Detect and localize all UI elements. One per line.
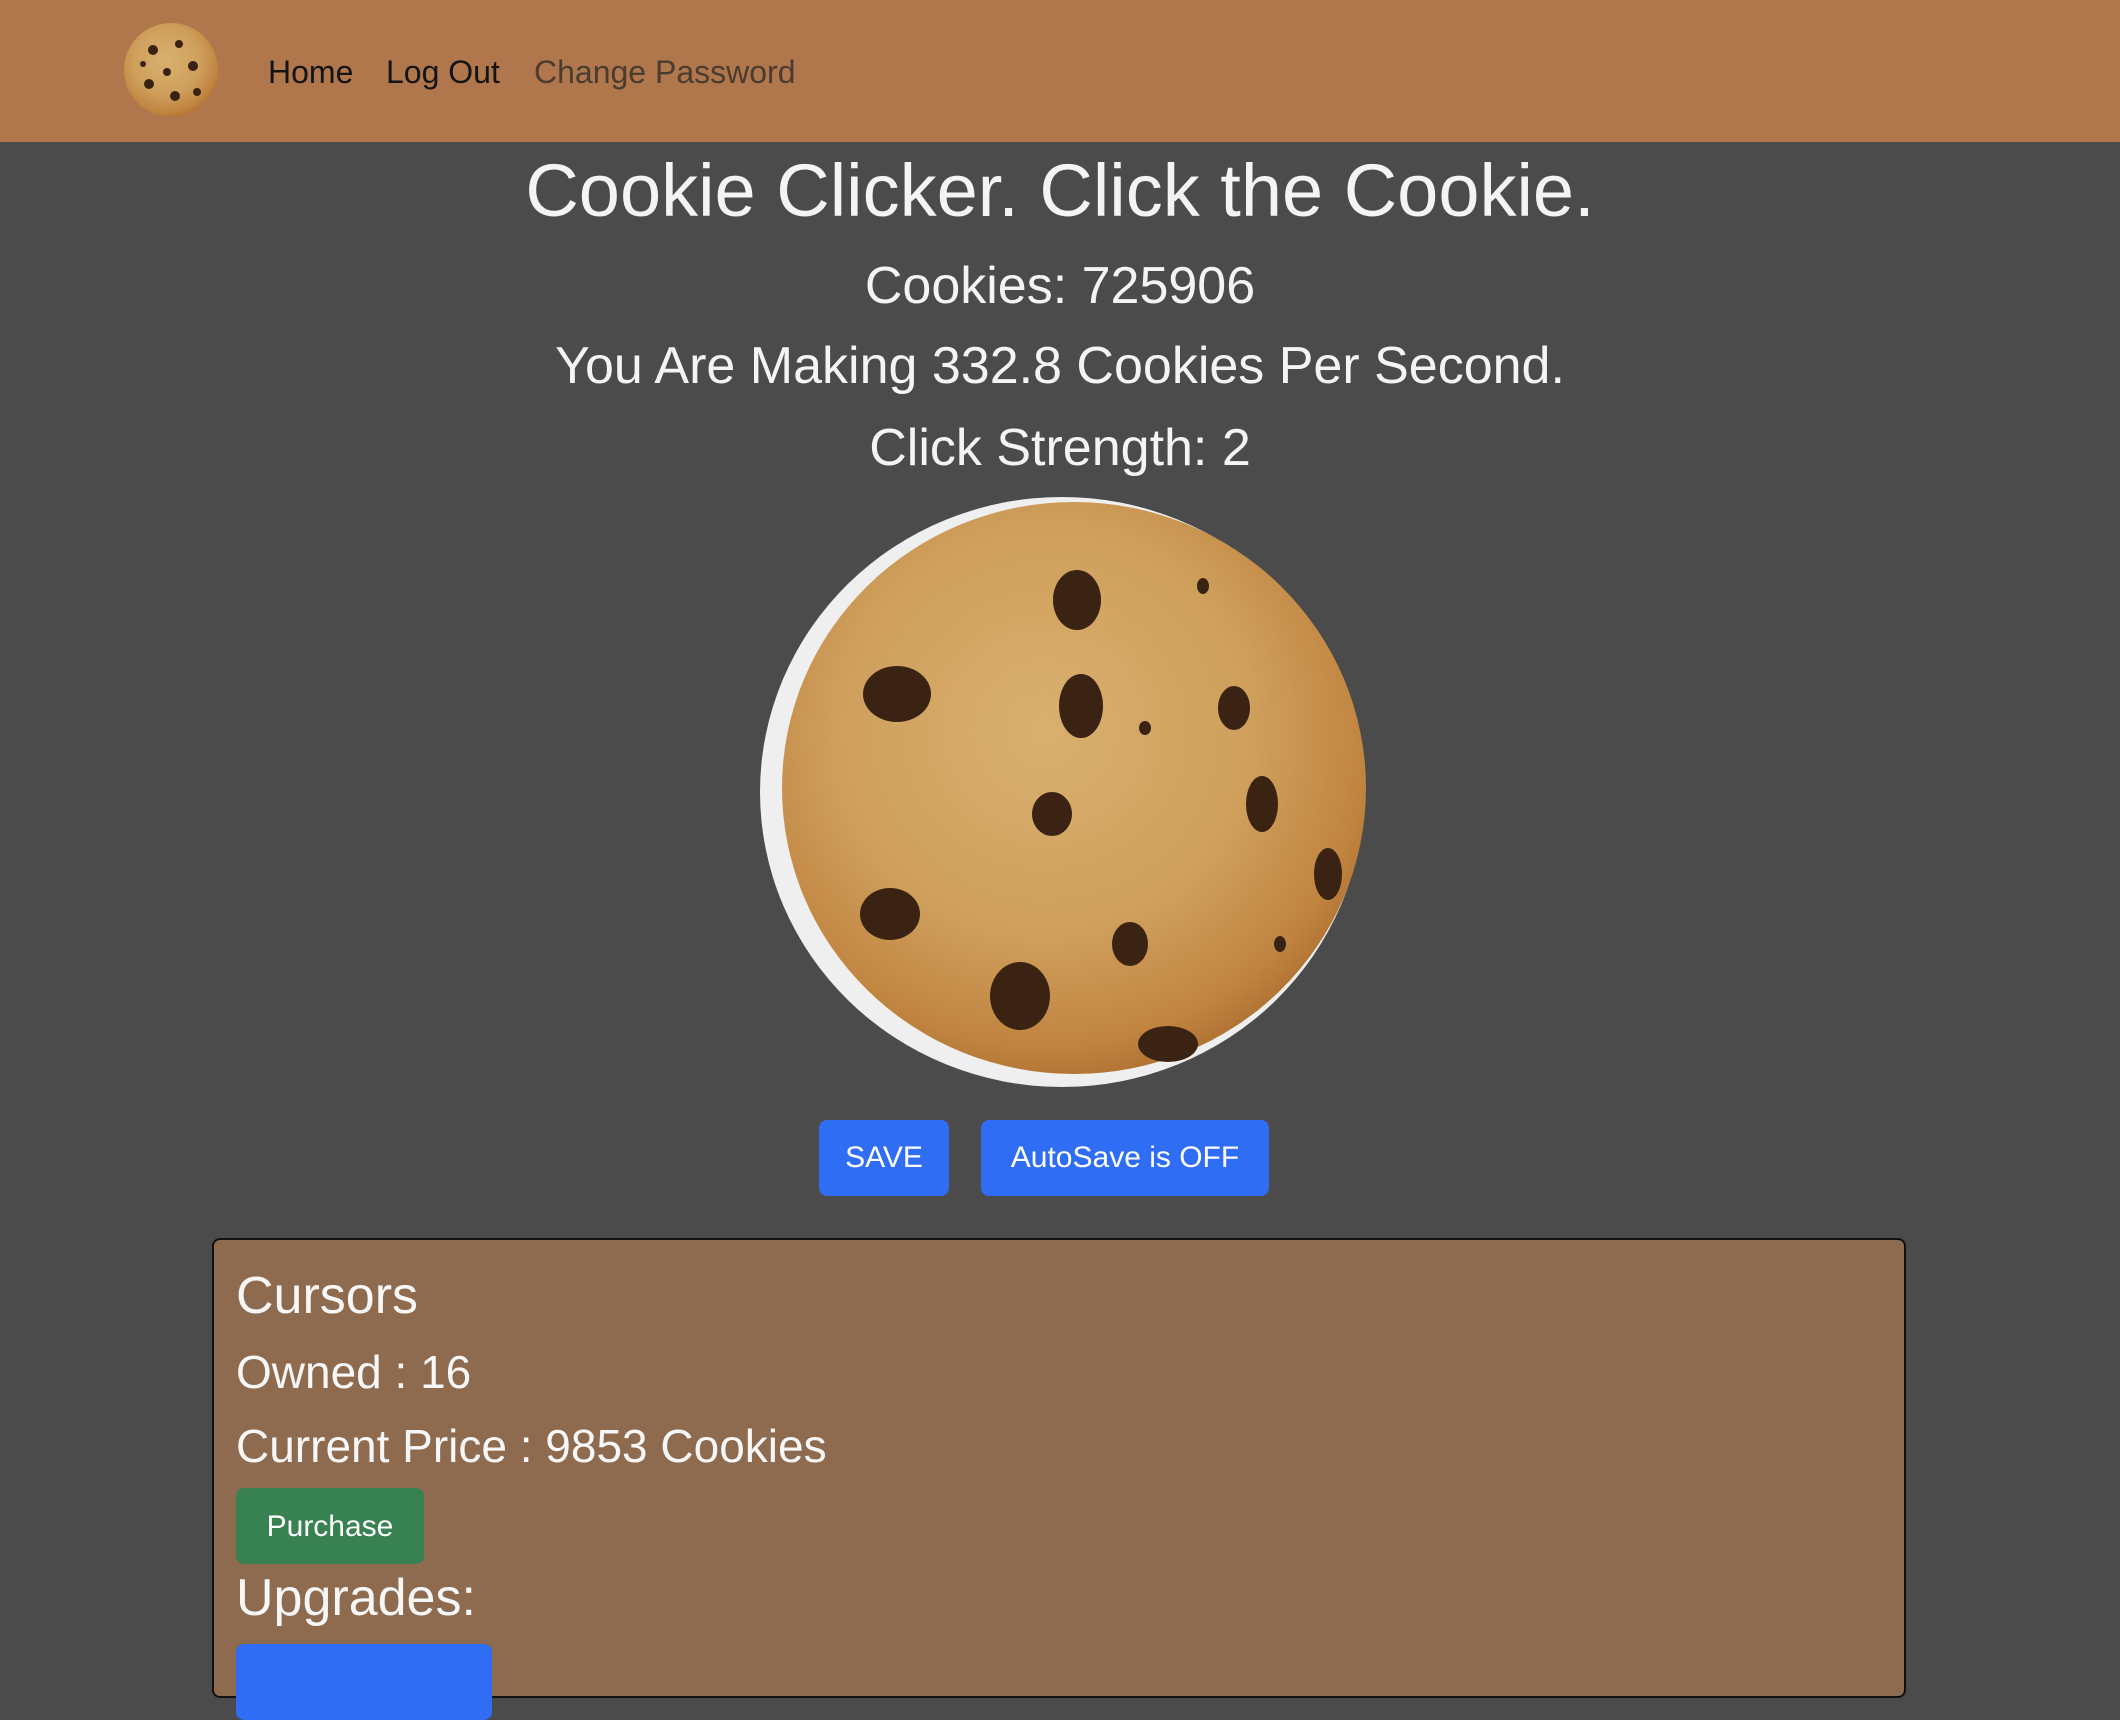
cookie-logo-icon[interactable] — [123, 22, 219, 118]
cookies-per-second: You Are Making 332.8 Cookies Per Second. — [555, 337, 1565, 395]
building-current-price: Current Price : 9853 Cookies — [236, 1420, 827, 1472]
click-strength: Click Strength: 2 — [869, 419, 1251, 477]
big-cookie-button[interactable] — [760, 496, 1372, 1088]
nav-change-password-link[interactable]: Change Password — [534, 50, 795, 94]
upgrade-button[interactable] — [236, 1644, 492, 1720]
upgrades-heading: Upgrades: — [236, 1569, 476, 1627]
building-owned-count: Owned : 16 — [236, 1346, 472, 1398]
building-card-cursors: Cursors Owned : 16 Current Price : 9853 … — [212, 1238, 1906, 1720]
purchase-button[interactable]: Purchase — [236, 1488, 424, 1564]
building-name: Cursors — [236, 1267, 419, 1325]
save-button[interactable]: SAVE — [819, 1120, 949, 1196]
nav-logout-link[interactable]: Log Out — [386, 50, 500, 94]
chocolate-chip-cookie-icon — [760, 497, 1366, 1087]
page-title: Cookie Clicker. Click the Cookie. — [525, 149, 1595, 232]
navbar: Home Log Out Change Password — [0, 0, 2120, 142]
autosave-toggle-button[interactable]: AutoSave is OFF — [981, 1120, 1269, 1196]
nav-home-link[interactable]: Home — [268, 50, 353, 94]
cookie-count: Cookies: 725906 — [864, 257, 1256, 315]
